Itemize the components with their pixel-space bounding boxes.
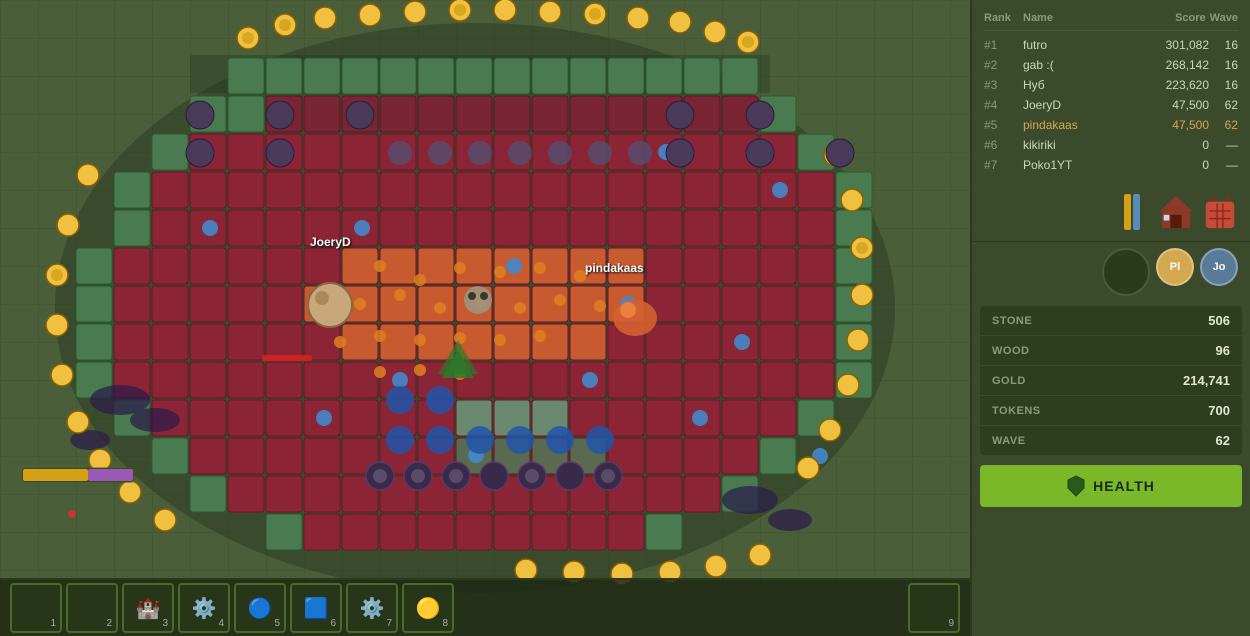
slot-icon-5: 🔵 xyxy=(248,596,273,621)
leaderboard-header: Rank Name Score Wave xyxy=(984,8,1238,31)
toolbar-slot-9[interactable]: 9 xyxy=(908,583,960,633)
score-5: 47,500 xyxy=(1172,118,1209,132)
leaderboard-rows: #1 futro 301,082 16 #2 gab :( 268,142 16… xyxy=(984,35,1238,175)
rank-5: #5 xyxy=(984,118,1019,132)
stone-label: STONE xyxy=(992,315,1032,327)
leaderboard: Rank Name Score Wave #1 futro 301,082 16… xyxy=(972,0,1250,183)
slot-icon-4: ⚙️ xyxy=(192,596,217,621)
leaderboard-row-5: #5 pindakaas 47,500 62 xyxy=(984,115,1238,135)
wave-2: 16 xyxy=(1213,58,1238,72)
svg-text:pindakaas: pindakaas xyxy=(585,261,644,275)
wave-5: 62 xyxy=(1213,118,1238,132)
header-rank: Rank xyxy=(984,12,1019,24)
tokens-stat: TOKENS 700 xyxy=(980,396,1242,426)
leaderboard-row-4: #4 JoeryD 47,500 62 xyxy=(984,95,1238,115)
slot-icon-6: 🟦 xyxy=(304,596,329,621)
slot-number-5: 5 xyxy=(274,618,280,629)
sidebar-tools xyxy=(972,183,1250,242)
score-4: 47,500 xyxy=(1172,98,1209,112)
house-tool[interactable] xyxy=(1158,191,1194,233)
toolbar-slot-1[interactable]: 1 xyxy=(10,583,62,633)
slot-number-2: 2 xyxy=(106,618,112,629)
toolbar-slot-6[interactable]: 🟦 6 xyxy=(290,583,342,633)
name-2: gab :( xyxy=(1023,58,1162,72)
score-1: 301,082 xyxy=(1166,38,1209,52)
header-name: Name xyxy=(1023,12,1171,24)
health-label: HEALTH xyxy=(1093,478,1155,494)
toolbar-slot-5[interactable]: 🔵 5 xyxy=(234,583,286,633)
game-area[interactable]: JoeryD pindakaas xyxy=(0,0,970,636)
slot-icon-8: 🟡 xyxy=(416,596,441,621)
slot-number-7: 7 xyxy=(386,618,392,629)
leaderboard-row-2: #2 gab :( 268,142 16 xyxy=(984,55,1238,75)
wave-6: — xyxy=(1213,138,1238,152)
cylinder-tool[interactable] xyxy=(1114,191,1150,233)
stone-stat: STONE 506 xyxy=(980,306,1242,336)
name-3: Нуб xyxy=(1023,78,1162,92)
bottom-toolbar: 1 2 🏰 3 ⚙️ 4 🔵 5 🟦 6 ⚙️ 7 🟡 8 xyxy=(0,578,970,636)
toolbar-slot-7[interactable]: ⚙️ 7 xyxy=(346,583,398,633)
wood-value: 96 xyxy=(1216,343,1230,358)
slot-number-1: 1 xyxy=(50,618,56,629)
name-5: pindakaas xyxy=(1023,118,1168,132)
mini-map-button[interactable] xyxy=(1102,248,1150,296)
wood-label: WOOD xyxy=(992,345,1029,357)
score-7: 0 xyxy=(1202,158,1209,172)
gold-label: GOLD xyxy=(992,375,1026,387)
header-score: Score xyxy=(1175,12,1206,24)
score-6: 0 xyxy=(1202,138,1209,152)
toolbar-slot-3[interactable]: 🏰 3 xyxy=(122,583,174,633)
sidebar: Rank Name Score Wave #1 futro 301,082 16… xyxy=(970,0,1250,636)
name-4: JoeryD xyxy=(1023,98,1168,112)
slot-number-3: 3 xyxy=(162,618,168,629)
svg-text:JoeryD: JoeryD xyxy=(310,235,351,249)
avatar-pi[interactable]: Pl xyxy=(1156,248,1194,286)
wave-1: 16 xyxy=(1213,38,1238,52)
score-3: 223,620 xyxy=(1166,78,1209,92)
leaderboard-row-3: #3 Нуб 223,620 16 xyxy=(984,75,1238,95)
basket-tool[interactable] xyxy=(1202,191,1238,233)
slot-icon-3: 🏰 xyxy=(136,596,161,621)
slot-number-4: 4 xyxy=(218,618,224,629)
rank-2: #2 xyxy=(984,58,1019,72)
game-map-svg: JoeryD pindakaas xyxy=(0,0,970,636)
wave-label: WAVE xyxy=(992,435,1026,447)
stone-value: 506 xyxy=(1208,313,1230,328)
header-wave: Wave xyxy=(1210,12,1238,24)
wave-7: — xyxy=(1213,158,1238,172)
name-1: futro xyxy=(1023,38,1162,52)
toolbar-slot-8[interactable]: 🟡 8 xyxy=(402,583,454,633)
toolbar-slot-2[interactable]: 2 xyxy=(66,583,118,633)
avatar-jo[interactable]: Jo xyxy=(1200,248,1238,286)
rank-1: #1 xyxy=(984,38,1019,52)
score-2: 268,142 xyxy=(1166,58,1209,72)
gold-stat: GOLD 214,741 xyxy=(980,366,1242,396)
slot-number-6: 6 xyxy=(330,618,336,629)
rank-4: #4 xyxy=(984,98,1019,112)
leaderboard-row-6: #6 kikiriki 0 — xyxy=(984,135,1238,155)
slot-number-9: 9 xyxy=(948,618,954,629)
gold-value: 214,741 xyxy=(1183,373,1230,388)
wood-stat: WOOD 96 xyxy=(980,336,1242,366)
shield-icon xyxy=(1067,475,1085,497)
wave-4: 62 xyxy=(1213,98,1238,112)
slot-number-8: 8 xyxy=(442,618,448,629)
wave-3: 16 xyxy=(1213,78,1238,92)
slot-icon-7: ⚙️ xyxy=(360,596,385,621)
rank-3: #3 xyxy=(984,78,1019,92)
name-6: kikiriki xyxy=(1023,138,1198,152)
health-button[interactable]: HEALTH xyxy=(980,465,1242,507)
tokens-value: 700 xyxy=(1208,403,1230,418)
toolbar-slot-4[interactable]: ⚙️ 4 xyxy=(178,583,230,633)
tokens-label: TOKENS xyxy=(992,405,1041,417)
avatar-row: Pl Jo xyxy=(972,242,1250,302)
wave-value: 62 xyxy=(1216,433,1230,448)
rank-7: #7 xyxy=(984,158,1019,172)
leaderboard-row-1: #1 futro 301,082 16 xyxy=(984,35,1238,55)
leaderboard-row-7: #7 Poko1YT 0 — xyxy=(984,155,1238,175)
name-7: Poko1YT xyxy=(1023,158,1198,172)
wave-stat: WAVE 62 xyxy=(980,426,1242,455)
rank-6: #6 xyxy=(984,138,1019,152)
stats-panel: STONE 506 WOOD 96 GOLD 214,741 TOKENS 70… xyxy=(980,306,1242,455)
